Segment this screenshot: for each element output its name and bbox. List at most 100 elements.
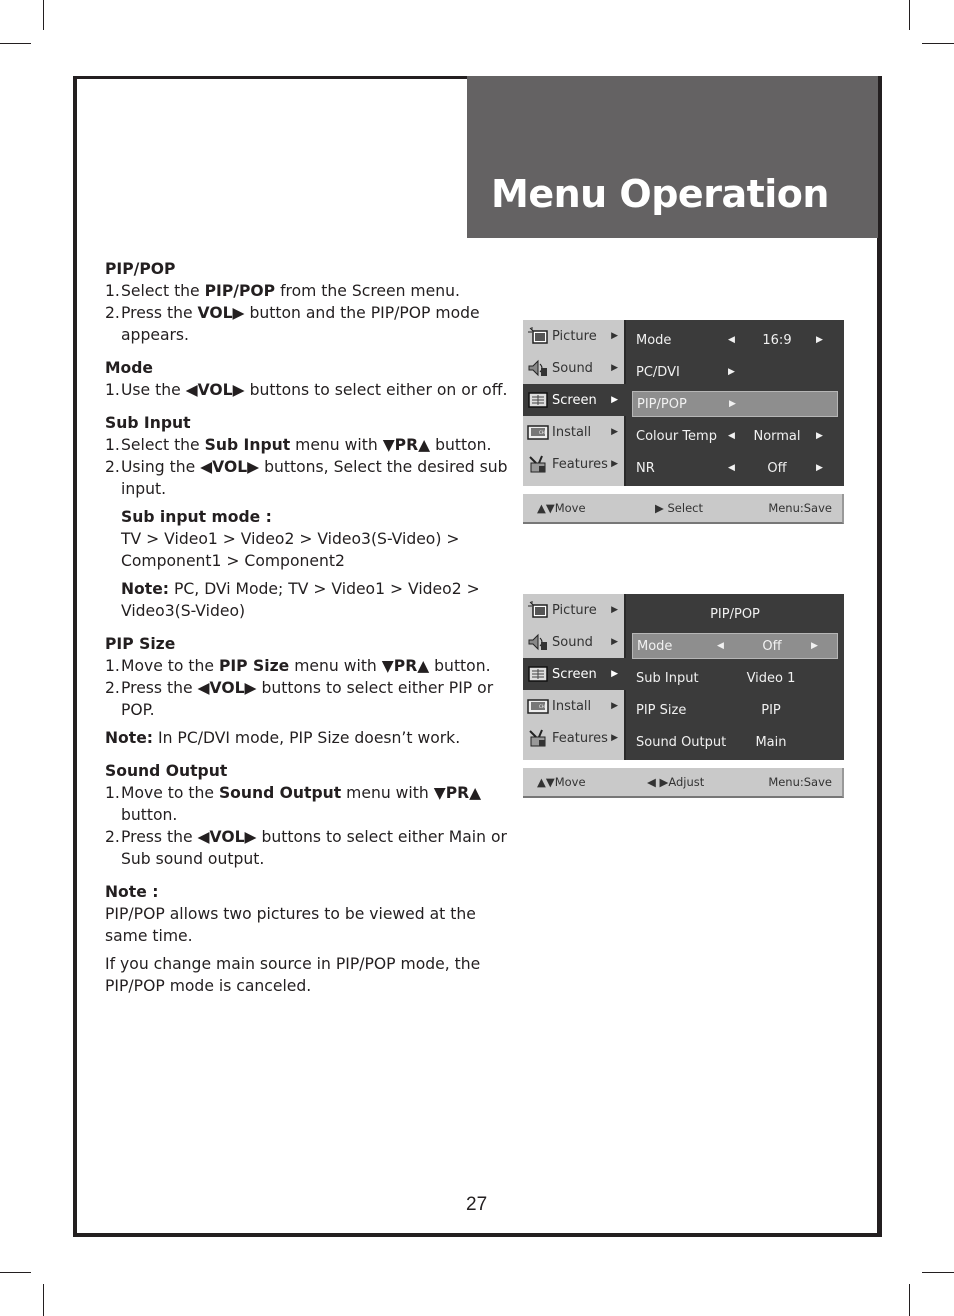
picture-icon: [527, 601, 549, 619]
step-item: 1. Select the PIP/POP from the Screen men…: [105, 280, 515, 302]
picture-icon: [527, 327, 549, 345]
step-text: Using the ◀VOL▶ buttons, Select the desi…: [121, 458, 508, 498]
osd-sidebar-label: Install: [552, 424, 592, 440]
arrow-right-icon[interactable]: ▶: [811, 641, 818, 651]
footer-action-hint: ▶ Select: [655, 501, 703, 515]
osd-sidebar-item-install[interactable]: CH Install ▶: [523, 416, 624, 448]
step-number: 2.: [105, 828, 120, 846]
osd-row-label: Mode: [637, 638, 673, 654]
crop-mark: [0, 1272, 31, 1273]
section-note: Note: In PC/DVI mode, PIP Size doesn’t w…: [105, 729, 461, 747]
osd-row-pip-size[interactable]: PIP Size PIP: [632, 694, 838, 726]
osd-row-value: Normal: [753, 428, 801, 444]
step-text: Move to the Sound Output menu with ▼PR▲ …: [121, 784, 482, 824]
crop-mark: [43, 1284, 44, 1316]
section-sound-output: Sound Output 1. Move to the Sound Output m…: [105, 760, 515, 870]
osd-row-label: Sound Output: [636, 734, 727, 750]
osd-row-sub-input[interactable]: Sub Input Video 1: [632, 662, 838, 694]
svg-text:CH: CH: [539, 430, 545, 435]
arrow-left-icon[interactable]: ◀: [728, 335, 735, 345]
osd-sidebar-label: Picture: [552, 602, 597, 618]
crop-mark: [909, 1284, 910, 1316]
bold-term: ▼PR▲: [381, 657, 430, 675]
chevron-right-icon: ▶: [611, 637, 618, 647]
osd-row-label: PIP Size: [636, 702, 687, 718]
osd2-sidebar: Picture ▶ Sound ▶ Screen ▶ CH Install ▶ Features ▶: [523, 594, 628, 760]
step-text: Press the ◀VOL▶ buttons to select either…: [121, 828, 507, 868]
osd-sidebar-item-picture[interactable]: Picture ▶: [523, 594, 624, 626]
bold-term: ◀VOL▶: [200, 458, 260, 476]
osd-row-nr[interactable]: NR ◀ Off ▶: [632, 452, 838, 484]
crop-mark: [43, 0, 44, 30]
arrow-left-icon[interactable]: ◀: [728, 431, 735, 441]
osd2-panel: PIP/POP Mode ◀ Off ▶ Sub Input Video 1 PIP Size…: [626, 594, 844, 760]
section-mode: Mode 1. Use the ◀VOL▶ buttons to select ei…: [105, 357, 515, 401]
sub-input-mode: Sub input mode : TV > Video1 > Video2 > V…: [121, 508, 460, 570]
install-tv-icon: CH: [527, 697, 549, 715]
chevron-right-icon: ▶: [611, 427, 618, 437]
osd-sidebar-item-sound[interactable]: Sound ▶: [523, 352, 624, 384]
osd-sidebar-label: Features: [552, 456, 608, 472]
step-number: 1.: [105, 282, 120, 300]
step-text: Press the VOL▶ button and the PIP/POP mo…: [121, 304, 480, 344]
bold-term: Sound Output: [218, 784, 342, 802]
step-text: Select the PIP/POP from the Screen menu.: [121, 282, 460, 300]
osd1-footer: ▲▼Move ▶ Select Menu:Save: [523, 494, 844, 524]
osd-row-label: Colour Temp: [636, 428, 717, 444]
osd-row-label: Mode: [636, 332, 672, 348]
osd-sidebar-item-install[interactable]: CH Install ▶: [523, 690, 624, 722]
osd-sidebar-item-features[interactable]: Features ▶: [523, 722, 624, 754]
osd-sidebar-label: Screen: [552, 666, 597, 682]
osd-sidebar-item-screen[interactable]: Screen ▶: [523, 658, 628, 690]
osd-panel-title: PIP/POP: [710, 606, 760, 622]
arrow-right-icon[interactable]: ▶: [816, 431, 823, 441]
chevron-right-icon: ▶: [611, 733, 618, 743]
section-heading: Mode: [105, 359, 153, 377]
page-title: Menu Operation: [491, 172, 829, 216]
chevron-right-icon: ▶: [611, 701, 618, 711]
bold-term: ▼PR▲: [382, 436, 431, 454]
osd-sidebar-item-features[interactable]: Features ▶: [523, 448, 624, 480]
features-toolbox-icon: [527, 729, 549, 747]
note-label: Note:: [121, 580, 170, 598]
crop-mark: [922, 43, 954, 44]
osd-row-pc-dvi[interactable]: PC/DVI ▶: [632, 356, 838, 388]
osd-sidebar-label: Features: [552, 730, 608, 746]
osd-sidebar-item-screen[interactable]: Screen ▶: [523, 384, 628, 416]
osd-row-mode[interactable]: Mode ◀ 16:9 ▶: [632, 324, 838, 356]
chevron-right-icon: ▶: [611, 363, 618, 373]
osd-row-sound-output[interactable]: Sound Output Main: [632, 726, 838, 758]
osd-row-pip-pop[interactable]: PIP/POP ▶: [632, 391, 838, 417]
osd-row-colour-temp[interactable]: Colour Temp ◀ Normal ▶: [632, 420, 838, 452]
final-note: Note : PIP/POP allows two pictures to be …: [105, 881, 515, 997]
osd-row-label: NR: [636, 460, 655, 476]
arrow-right-icon[interactable]: ▶: [816, 335, 823, 345]
screen-icon: [527, 391, 549, 409]
step-item: 1. Move to the Sound Output menu with ▼PR…: [105, 782, 515, 826]
osd-sidebar-label: Sound: [552, 360, 593, 376]
instructions-column: PIP/POP 1. Select the PIP/POP from the Scr…: [105, 258, 515, 1008]
osd2-body: Picture ▶ Sound ▶ Screen ▶ CH Install ▶ Features ▶…: [523, 594, 844, 764]
screen-icon: [527, 665, 549, 683]
sub-input-mode-heading: Sub input mode :: [121, 508, 272, 526]
osd-row-value: PIP: [761, 702, 781, 718]
speaker-icon: [527, 633, 549, 651]
osd-sidebar-item-picture[interactable]: Picture ▶: [523, 320, 624, 352]
osd2-footer: ▲▼Move ◀ ▶Adjust Menu:Save: [523, 768, 844, 798]
bold-term: ◀VOL▶: [197, 679, 257, 697]
step-item: 1. Select the Sub Input menu with ▼PR▲ bu…: [105, 434, 515, 456]
step-item: 1. Use the ◀VOL▶ buttons to select either…: [105, 379, 515, 401]
submenu-arrow-icon: ▶: [729, 399, 736, 409]
osd-row-value: 16:9: [762, 332, 792, 348]
osd-sidebar-label: Picture: [552, 328, 597, 344]
arrow-left-icon[interactable]: ◀: [728, 463, 735, 473]
arrow-right-icon[interactable]: ▶: [816, 463, 823, 473]
chevron-right-icon: ▶: [611, 605, 618, 615]
osd-row-label: Sub Input: [636, 670, 699, 686]
arrow-left-icon[interactable]: ◀: [717, 641, 724, 651]
crop-mark: [909, 0, 910, 30]
osd-sidebar-item-sound[interactable]: Sound ▶: [523, 626, 624, 658]
step-item: 2. Using the ◀VOL▶ buttons, Select the de…: [105, 456, 515, 500]
osd-row-mode[interactable]: Mode ◀ Off ▶: [632, 633, 838, 659]
note-label: Note:: [105, 729, 154, 747]
